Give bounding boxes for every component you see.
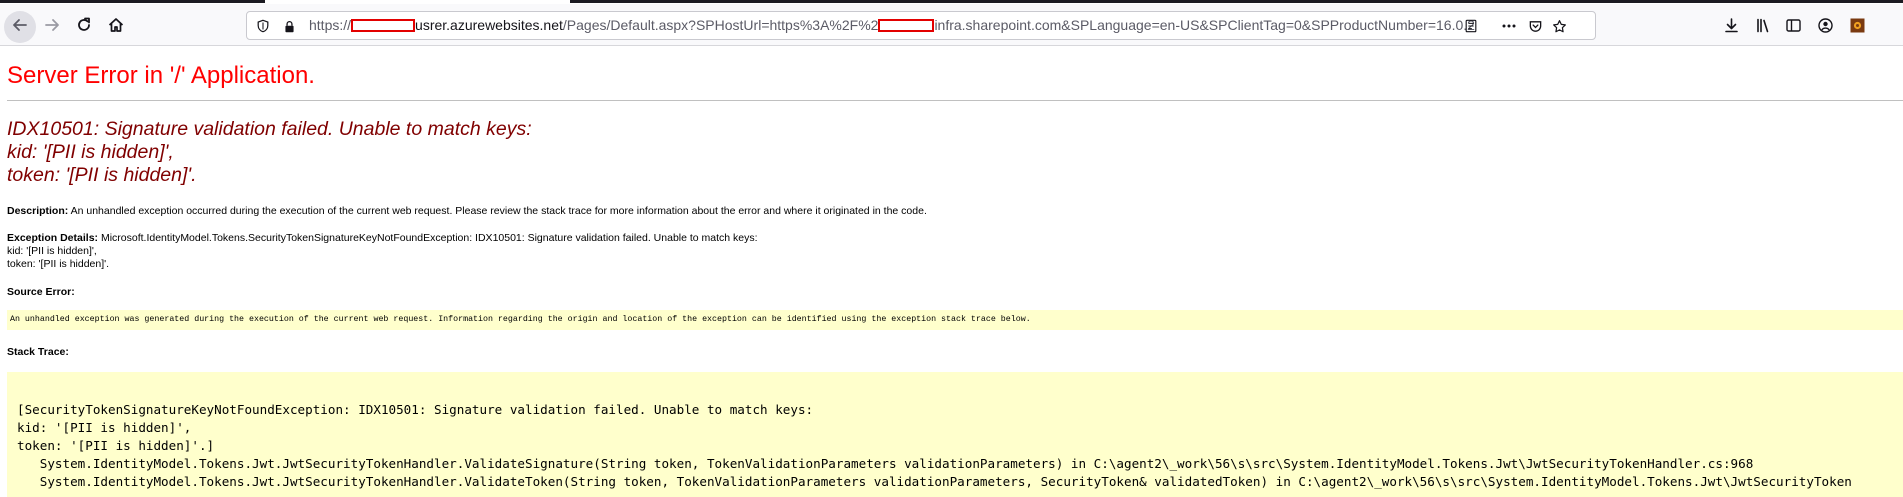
stack-trace-line: [SecurityTokenSignatureKeyNotFoundExcept… <box>17 402 814 417</box>
page-title: Server Error in '/' Application. <box>7 62 315 89</box>
home-button[interactable] <box>102 11 130 39</box>
forward-button[interactable] <box>38 11 66 39</box>
source-error-heading: Source Error: <box>7 286 75 299</box>
stack-trace-label: Stack Trace: <box>7 346 69 358</box>
reload-icon <box>78 17 90 31</box>
extension-icon[interactable] <box>1846 14 1868 36</box>
account-icon[interactable] <box>1814 14 1836 36</box>
stack-trace-box: [SecurityTokenSignatureKeyNotFoundExcept… <box>7 372 1903 497</box>
description-text: An unhandled exception occurred during t… <box>70 205 927 217</box>
error-heading: IDX10501: Signature validation failed. U… <box>7 118 532 187</box>
page-actions-more-icon[interactable] <box>1501 18 1517 34</box>
source-error-text: An unhandled exception was generated dur… <box>10 315 1031 324</box>
description-label: Description: <box>7 205 69 217</box>
description: Description: An unhandled exception occu… <box>7 205 927 218</box>
exception-kid: kid: '[PII is hidden]', <box>7 245 97 257</box>
stack-trace-line: System.IdentityModel.Tokens.Jwt.JwtSecur… <box>17 474 1852 489</box>
exception-text: Microsoft.IdentityModel.Tokens.SecurityT… <box>100 232 758 244</box>
tracking-protection-shield-icon[interactable] <box>255 18 271 34</box>
stack-trace-line: token: '[PII is hidden]'.] <box>17 438 215 453</box>
error-heading-line: IDX10501: Signature validation failed. U… <box>7 118 532 140</box>
download-icon[interactable] <box>1720 14 1742 36</box>
sidebar-icon[interactable] <box>1782 14 1804 36</box>
error-heading-line: kid: '[PII is hidden]', <box>7 141 174 163</box>
browser-toolbar: https:// usrer.azurewebsites.net/Pages/De… <box>0 4 1903 46</box>
url-text[interactable]: https:// usrer.azurewebsites.net/Pages/De… <box>309 17 1475 33</box>
source-error-label: Source Error: <box>7 286 75 298</box>
url-host: usrer.azurewebsites.net <box>415 17 563 33</box>
source-error-box: An unhandled exception was generated dur… <box>7 310 1903 330</box>
tab-strip-dark-segment <box>0 0 265 3</box>
address-bar[interactable]: https:// usrer.azurewebsites.net/Pages/De… <box>246 11 1596 40</box>
pocket-icon[interactable] <box>1527 18 1543 34</box>
exception-label: Exception Details: <box>7 232 99 244</box>
error-heading-line: token: '[PII is hidden]'. <box>7 164 197 186</box>
stack-trace-line: kid: '[PII is hidden]', <box>17 420 192 435</box>
reload-button[interactable] <box>70 11 98 39</box>
stack-trace-heading: Stack Trace: <box>7 346 69 359</box>
lock-icon[interactable] <box>281 18 297 34</box>
back-arrow-icon <box>6 11 34 39</box>
url-prefix: https:// <box>309 17 352 33</box>
exception-token: token: '[PII is hidden]'. <box>7 258 110 270</box>
library-icon[interactable] <box>1752 14 1774 36</box>
home-icon <box>108 18 124 32</box>
stack-trace-line: System.IdentityModel.Tokens.Jwt.JwtSecur… <box>17 456 1754 471</box>
divider <box>7 100 1903 101</box>
url-path: /Pages/Default.aspx?SPHostUrl=https%3A%2… <box>562 17 879 33</box>
forward-arrow-icon <box>45 19 59 31</box>
bookmark-star-icon[interactable] <box>1551 18 1567 34</box>
tab-strip-dark-segment <box>570 0 1903 3</box>
reader-view-icon[interactable] <box>1463 18 1479 34</box>
redaction-box <box>351 19 416 32</box>
exception-details: Exception Details: Microsoft.IdentityMod… <box>7 232 758 271</box>
url-query: infra.sharepoint.com&SPLanguage=en-US&SP… <box>934 17 1475 33</box>
redaction-box <box>878 19 935 32</box>
